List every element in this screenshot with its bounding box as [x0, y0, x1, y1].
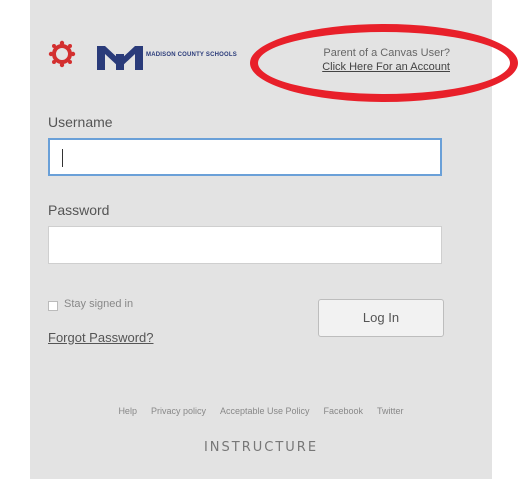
- canvas-logo-icon: [48, 40, 76, 68]
- parent-account-link[interactable]: Click Here For an Account: [260, 60, 450, 74]
- footer-link-help[interactable]: Help: [118, 406, 137, 416]
- footer-link-acceptable-use[interactable]: Acceptable Use Policy: [220, 406, 310, 416]
- footer-links: Help Privacy policy Acceptable Use Polic…: [30, 406, 492, 416]
- instructure-logo[interactable]: INSTRUCTURE: [30, 440, 492, 455]
- stay-signed-in-checkbox[interactable]: [48, 301, 58, 311]
- username-input[interactable]: [48, 138, 442, 176]
- parent-account-block: Parent of a Canvas User? Click Here For …: [260, 46, 450, 74]
- footer-link-twitter[interactable]: Twitter: [377, 406, 404, 416]
- password-label: Password: [48, 202, 110, 218]
- parent-question: Parent of a Canvas User?: [323, 47, 450, 59]
- forgot-password-link[interactable]: Forgot Password?: [48, 330, 154, 345]
- madison-county-logo-icon: [97, 46, 143, 70]
- username-label: Username: [48, 114, 113, 130]
- footer-link-facebook[interactable]: Facebook: [324, 406, 364, 416]
- login-button[interactable]: Log In: [318, 299, 444, 337]
- text-caret: [62, 149, 63, 167]
- footer-link-privacy[interactable]: Privacy policy: [151, 406, 206, 416]
- password-input[interactable]: [48, 226, 442, 264]
- login-panel: MADISON COUNTY SCHOOLS Parent of a Canva…: [30, 0, 492, 479]
- stay-signed-in-label: Stay signed in: [64, 298, 134, 310]
- logo-text: MADISON COUNTY SCHOOLS: [146, 52, 237, 58]
